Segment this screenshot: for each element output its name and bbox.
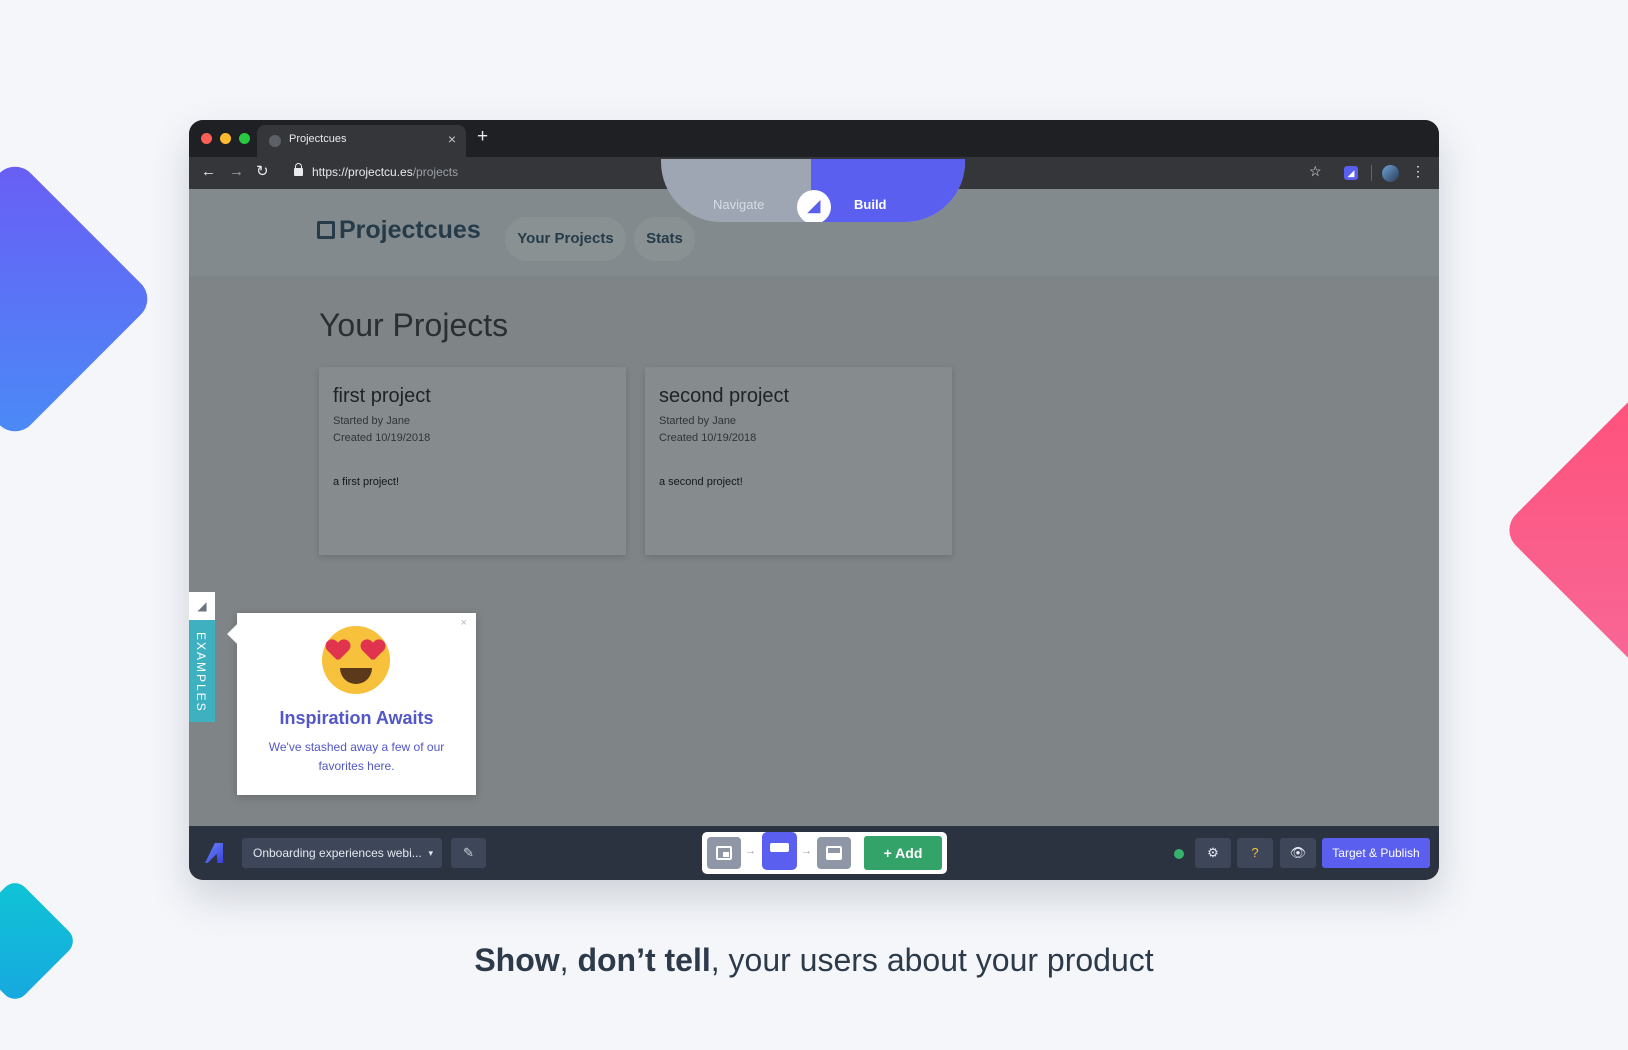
- tab-title: Projectcues: [289, 133, 347, 145]
- browser-window: Projectcues × + ← → ↻ https://projectcu.…: [189, 120, 1439, 880]
- avatar[interactable]: [1382, 165, 1399, 182]
- toolbar-divider: [1371, 165, 1372, 181]
- modal-icon: [716, 846, 732, 860]
- appcues-small-icon: ◢: [189, 592, 215, 620]
- project-card[interactable]: second project Started by Jane Created 1…: [645, 367, 952, 555]
- inspiration-tooltip: × Inspiration Awaits We've stashed away …: [227, 613, 476, 795]
- bookmark-star-icon[interactable]: ☆: [1309, 163, 1322, 180]
- navigate-mode-label[interactable]: Navigate: [713, 197, 764, 212]
- examples-tab-label: EXAMPLES: [194, 632, 208, 713]
- reload-icon[interactable]: ↻: [256, 163, 269, 181]
- project-started-by: Started by Jane: [333, 415, 411, 427]
- appcues-logo-icon[interactable]: [205, 843, 223, 863]
- page-title: Your Projects: [319, 307, 509, 343]
- status-badge: [1174, 849, 1184, 859]
- tab-bar: Projectcues × +: [189, 120, 1439, 157]
- chevron-down-icon: ▾: [428, 848, 433, 858]
- tooltip-icon: [770, 843, 789, 852]
- arrow-right-icon: →: [801, 845, 812, 857]
- browser-tab[interactable]: Projectcues ×: [257, 125, 466, 157]
- builder-toolbar: Onboarding experiences webi... ▾ ✎ → → + …: [189, 826, 1439, 880]
- url-host: https://projectcu.es: [312, 165, 413, 179]
- url-path: /projects: [412, 165, 459, 179]
- maximize-window-button[interactable]: [239, 133, 250, 144]
- flow-select[interactable]: Onboarding experiences webi... ▾: [242, 838, 442, 868]
- close-icon[interactable]: ×: [461, 617, 467, 629]
- project-title: second project: [659, 385, 790, 407]
- project-created-date: Created 10/19/2018: [333, 432, 431, 444]
- heart-eyes-emoji-icon: [322, 626, 390, 694]
- arrow-right-icon: →: [745, 845, 756, 857]
- nav-stats[interactable]: Stats: [634, 217, 695, 261]
- decorative-shape-right: [1500, 360, 1628, 700]
- build-mode-label[interactable]: Build: [854, 197, 887, 212]
- flow-steps: → → + Add: [702, 832, 947, 874]
- app-logo[interactable]: Projectcues: [317, 216, 481, 245]
- project-card[interactable]: first project Started by Jane Created 10…: [319, 367, 626, 555]
- examples-tab[interactable]: ◢ EXAMPLES: [189, 592, 215, 722]
- slideout-step-button[interactable]: [817, 837, 851, 869]
- project-started-by: Started by Jane: [659, 415, 737, 427]
- forward-icon[interactable]: →: [229, 163, 244, 181]
- checkbox-logo-icon: [317, 221, 335, 239]
- add-step-button[interactable]: + Add: [864, 836, 942, 870]
- modal-step-button[interactable]: [707, 837, 741, 869]
- tooltip-title: Inspiration Awaits: [279, 708, 434, 728]
- url-field[interactable]: https://projectcu.es/projects: [312, 165, 458, 179]
- mode-toggle[interactable]: Navigate Build ◢: [661, 159, 965, 222]
- tagline: Show, don’t tell, your users about your …: [0, 942, 1628, 979]
- extension-icon[interactable]: ◢: [1344, 166, 1358, 180]
- close-window-button[interactable]: [201, 133, 212, 144]
- nav-your-projects[interactable]: Your Projects: [505, 217, 626, 261]
- project-description: a first project!: [333, 476, 400, 488]
- tagline-strong-1: Show: [474, 942, 560, 978]
- help-icon[interactable]: ?: [1237, 838, 1273, 868]
- eye-icon[interactable]: 👁: [1280, 838, 1316, 868]
- tooltip-step-button[interactable]: [762, 832, 797, 870]
- decorative-shape-bottom-left: [0, 877, 79, 1005]
- close-icon[interactable]: ×: [448, 131, 456, 147]
- more-menu-icon[interactable]: ⋮: [1411, 163, 1425, 180]
- edit-icon[interactable]: ✎: [451, 838, 486, 868]
- favicon-icon: [269, 135, 281, 147]
- back-icon[interactable]: ←: [201, 163, 216, 181]
- appcues-logo-icon[interactable]: ◢: [797, 190, 831, 222]
- logo-text: Projectcues: [339, 216, 481, 244]
- page-viewport: Projectcues Your Projects Stats Navigate…: [189, 159, 1439, 826]
- tagline-rest: , your users about your product: [710, 942, 1154, 978]
- slideout-icon: [826, 846, 842, 860]
- project-description: a second project!: [659, 476, 743, 488]
- tagline-separator: ,: [559, 942, 578, 978]
- target-publish-button[interactable]: Target & Publish: [1322, 838, 1430, 868]
- lock-icon: [294, 163, 303, 176]
- tagline-strong-2: don’t tell: [577, 942, 711, 978]
- decorative-shape-left: [0, 157, 157, 441]
- tooltip-body: We've stashed away a few of our favorite…: [268, 740, 445, 773]
- minimize-window-button[interactable]: [220, 133, 231, 144]
- tooltip-arrow: [227, 624, 247, 644]
- gear-icon[interactable]: ⚙: [1195, 838, 1231, 868]
- new-tab-button[interactable]: +: [477, 127, 488, 147]
- flow-select-value: Onboarding experiences webi...: [253, 846, 422, 860]
- project-title: first project: [333, 385, 431, 407]
- project-created-date: Created 10/19/2018: [659, 432, 757, 444]
